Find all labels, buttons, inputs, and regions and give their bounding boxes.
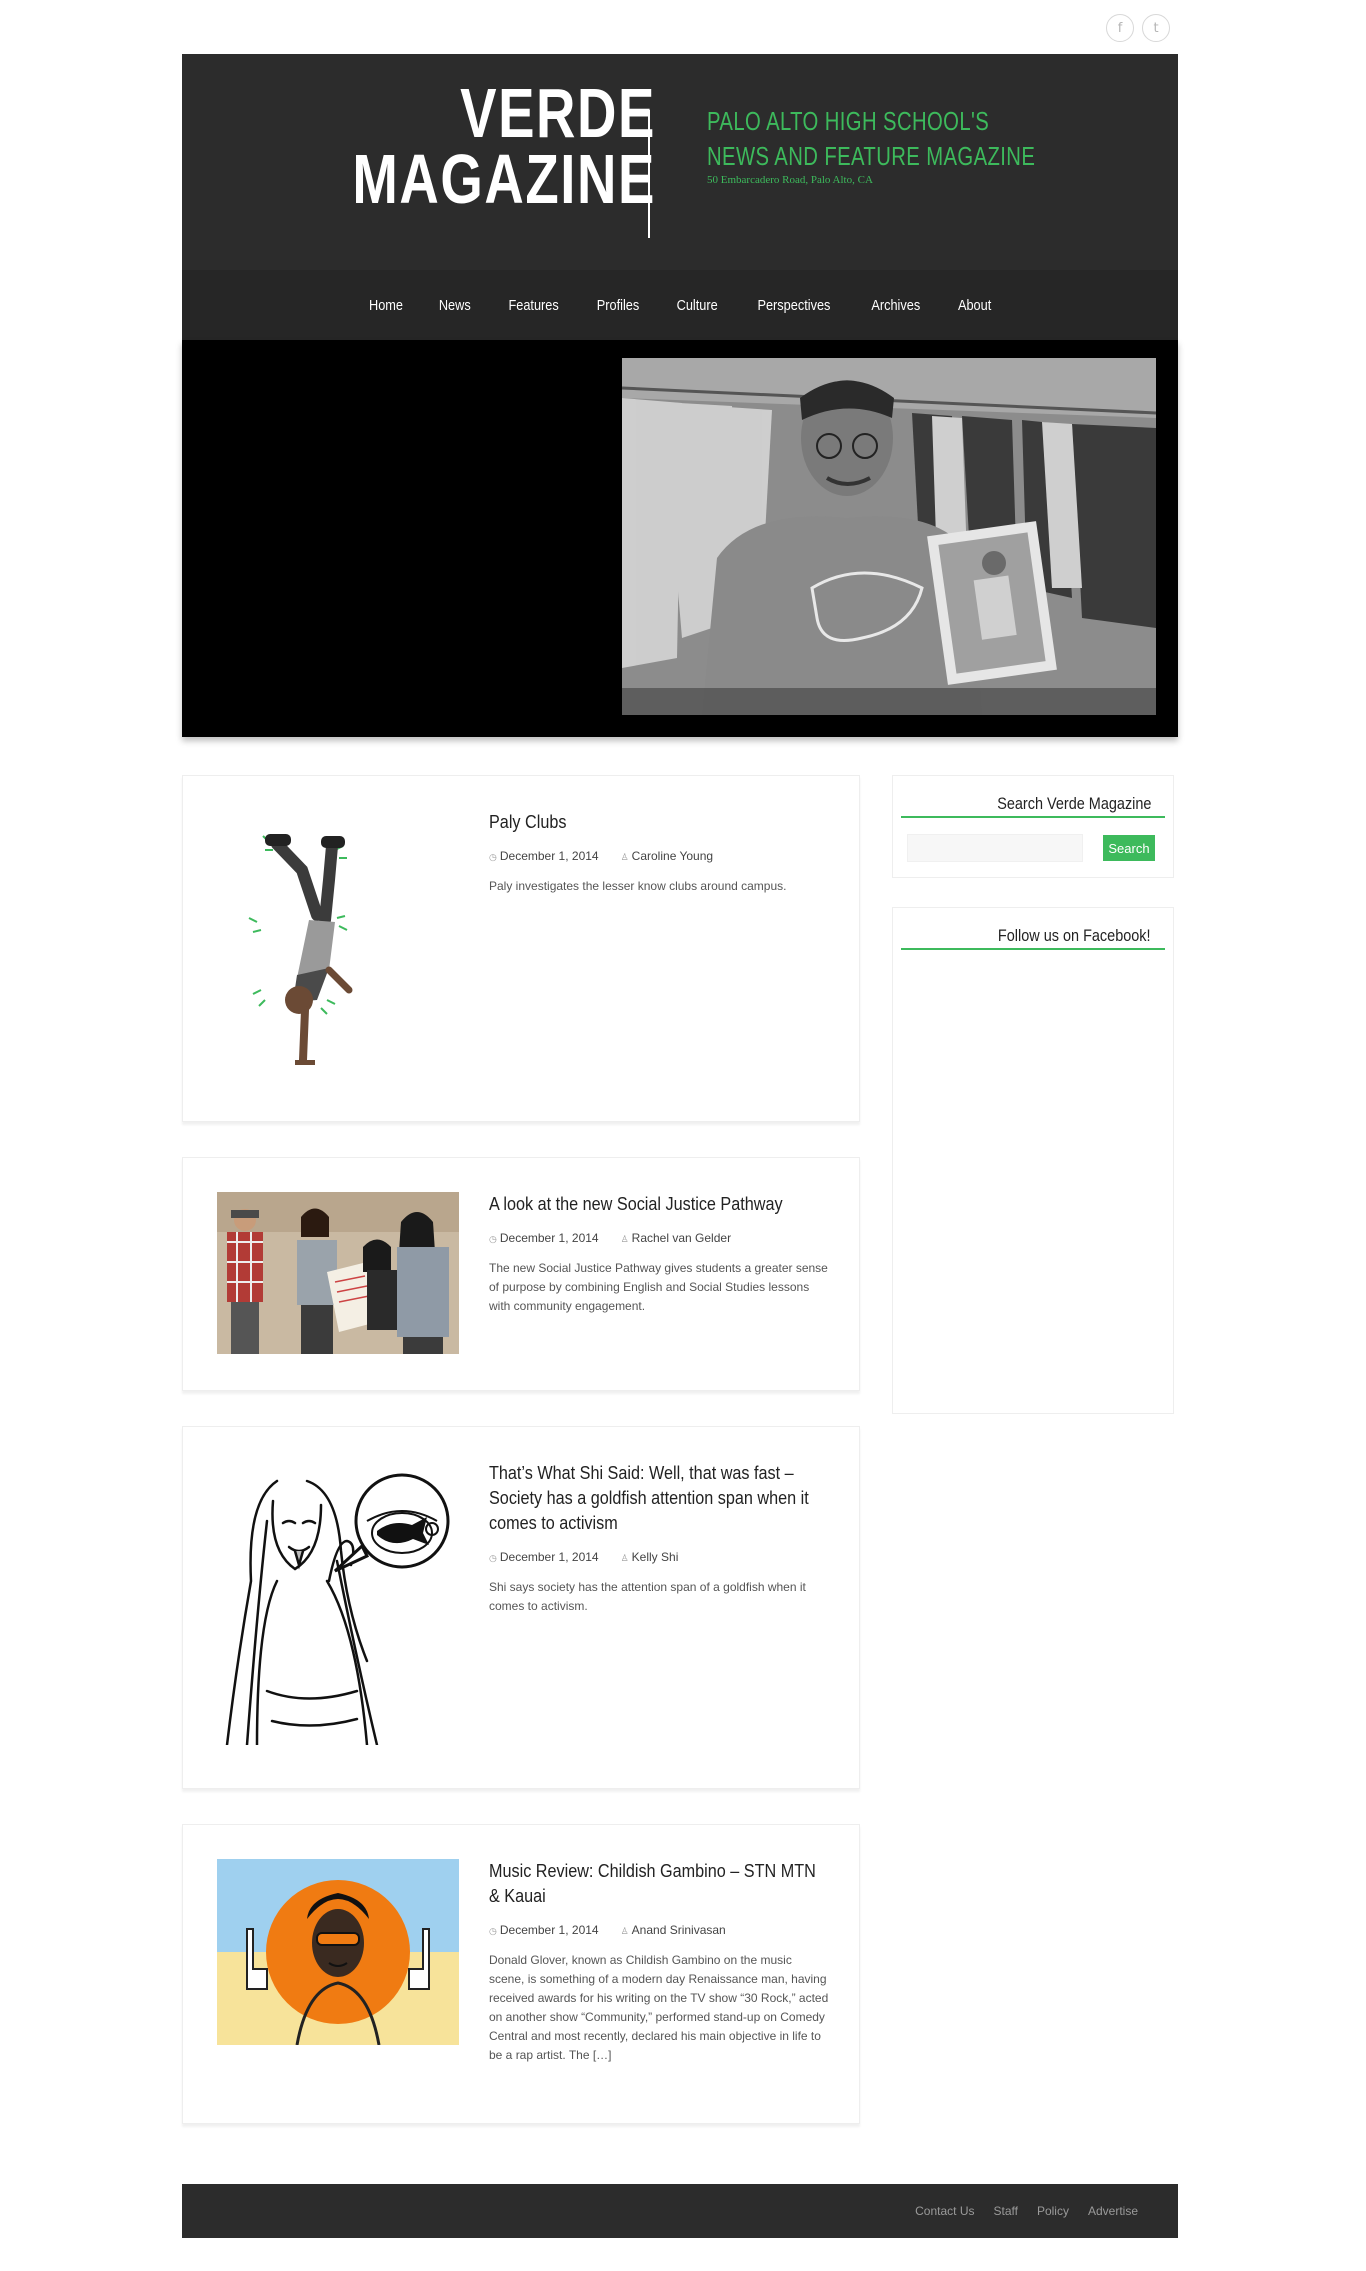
footer-link-advertise[interactable]: Advertise: [1088, 2204, 1138, 2218]
hero-slider[interactable]: [182, 340, 1178, 737]
twitter-icon[interactable]: t: [1142, 14, 1170, 42]
post-card: Paly Clubs ◷ December 1, 2014 ♙ Caroline Y…: [182, 775, 860, 1122]
post-card: That’s What Shi Said: Well, that was fas…: [182, 1426, 860, 1789]
user-icon: ♙: [620, 1926, 629, 1936]
post-thumbnail[interactable]: [217, 1859, 459, 2045]
post-body: That’s What Shi Said: Well, that was fas…: [489, 1461, 829, 1616]
address: 50 Embarcadero Road, Palo Alto, CA: [707, 174, 873, 186]
tagline-line2: NEWS AND FEATURE MAGAZINE: [707, 141, 1036, 171]
tagline-line1: PALO ALTO HIGH SCHOOL'S: [707, 106, 990, 136]
nav-archives[interactable]: Archives: [871, 297, 920, 314]
main-nav: Home News Features Profiles Culture Pers…: [182, 270, 1178, 340]
footer-link-policy[interactable]: Policy: [1037, 2204, 1069, 2218]
post-author[interactable]: ♙ Anand Srinivasan: [621, 1923, 726, 1937]
social-links: f t: [1106, 14, 1170, 42]
nav-home[interactable]: Home: [369, 297, 403, 314]
post-date-text: December 1, 2014: [499, 1923, 599, 1937]
post-thumbnail[interactable]: [217, 1461, 459, 1745]
post-title[interactable]: A look at the new Social Justice Pathway: [489, 1192, 827, 1217]
post-author[interactable]: ♙ Kelly Shi: [621, 1550, 679, 1564]
clock-icon: ◷: [489, 1553, 497, 1563]
nav-about[interactable]: About: [958, 297, 991, 314]
site-header: VERDE MAGAZINE PALO ALTO HIGH SCHOOL'S N…: [182, 54, 1178, 270]
facebook-widget-title: Follow us on Facebook!: [998, 926, 1151, 945]
footer-link-staff[interactable]: Staff: [993, 2204, 1017, 2218]
user-icon: ♙: [620, 1234, 629, 1244]
site-footer: Contact Us Staff Policy Advertise: [182, 2184, 1178, 2238]
post-meta: ◷ December 1, 2014 ♙ Caroline Young: [489, 849, 829, 863]
post-author[interactable]: ♙ Caroline Young: [621, 849, 713, 863]
post-card: Music Review: Childish Gambino – STN MTN…: [182, 1824, 860, 2124]
post-title[interactable]: Music Review: Childish Gambino – STN MTN…: [489, 1859, 827, 1909]
post-date: ◷ December 1, 2014: [489, 1923, 599, 1937]
post-author-text: Kelly Shi: [631, 1550, 679, 1564]
childish-gambino-artwork: [217, 1859, 459, 2045]
widget-title: Follow us on Facebook!: [901, 926, 1165, 950]
logo-line-verde: VERDE: [460, 74, 656, 152]
post-author[interactable]: ♙ Rachel van Gelder: [621, 1231, 731, 1245]
post-excerpt: Paly investigates the lesser know clubs …: [489, 879, 787, 893]
post-date-text: December 1, 2014: [499, 1550, 599, 1564]
post-thumbnail[interactable]: [217, 810, 459, 1076]
post-date: ◷ December 1, 2014: [489, 1550, 599, 1564]
tagline: PALO ALTO HIGH SCHOOL'S NEWS AND FEATURE…: [707, 104, 1035, 174]
post-author-text: Caroline Young: [631, 849, 714, 863]
search-widget-title: Search Verde Magazine: [996, 794, 1151, 813]
footer-link-contact[interactable]: Contact Us: [915, 2204, 974, 2218]
facebook-widget: Follow us on Facebook!: [892, 907, 1174, 1414]
clock-icon: ◷: [489, 1234, 497, 1244]
nav-features[interactable]: Features: [508, 297, 558, 314]
nav-news[interactable]: News: [439, 297, 471, 314]
search-widget: Search Verde Magazine Search: [892, 775, 1174, 878]
post-body: A look at the new Social Justice Pathway…: [489, 1192, 829, 1316]
hero-illustration: [622, 358, 1156, 715]
post-meta: ◷ December 1, 2014 ♙ Anand Srinivasan: [489, 1923, 829, 1937]
post-excerpt: Shi says society has the attention span …: [489, 1580, 806, 1613]
logo-line-magazine: MAGAZINE: [352, 140, 656, 218]
goldfish-illustration: [217, 1461, 459, 1745]
nav-profiles[interactable]: Profiles: [597, 297, 640, 314]
post-body: Music Review: Childish Gambino – STN MTN…: [489, 1859, 829, 2065]
search-form: Search: [907, 834, 1159, 862]
search-button[interactable]: Search: [1103, 835, 1155, 861]
post-date: ◷ December 1, 2014: [489, 1231, 599, 1245]
user-icon: ♙: [620, 1553, 629, 1563]
post-date-text: December 1, 2014: [499, 1231, 599, 1245]
post-date-text: December 1, 2014: [499, 849, 599, 863]
nav-culture[interactable]: Culture: [677, 297, 718, 314]
user-icon: ♙: [620, 852, 629, 862]
widget-title: Search Verde Magazine: [901, 794, 1165, 818]
social-justice-photo: [217, 1192, 459, 1354]
post-meta: ◷ December 1, 2014 ♙ Kelly Shi: [489, 1550, 829, 1564]
post-title[interactable]: That’s What Shi Said: Well, that was fas…: [489, 1461, 827, 1536]
nav-perspectives[interactable]: Perspectives: [758, 297, 831, 314]
post-title[interactable]: Paly Clubs: [489, 810, 827, 835]
post-meta: ◷ December 1, 2014 ♙ Rachel van Gelder: [489, 1231, 829, 1245]
post-excerpt: The new Social Justice Pathway gives stu…: [489, 1261, 828, 1313]
search-input[interactable]: [907, 834, 1083, 862]
post-author-text: Rachel van Gelder: [631, 1231, 732, 1245]
logo-text: VERDE MAGAZINE: [286, 74, 656, 218]
post-body: Paly Clubs ◷ December 1, 2014 ♙ Caroline Y…: [489, 810, 829, 896]
post-excerpt: Donald Glover, known as Childish Gambino…: [489, 1953, 829, 2062]
logo-divider: [648, 110, 650, 238]
post-card: A look at the new Social Justice Pathway…: [182, 1157, 860, 1391]
breakdancer-image: [217, 810, 459, 1076]
facebook-icon[interactable]: f: [1106, 14, 1134, 42]
clock-icon: ◷: [489, 852, 497, 862]
post-thumbnail[interactable]: [217, 1192, 459, 1354]
clock-icon: ◷: [489, 1926, 497, 1936]
post-author-text: Anand Srinivasan: [631, 1923, 726, 1937]
post-date: ◷ December 1, 2014: [489, 849, 599, 863]
hero-photo[interactable]: [622, 358, 1156, 715]
